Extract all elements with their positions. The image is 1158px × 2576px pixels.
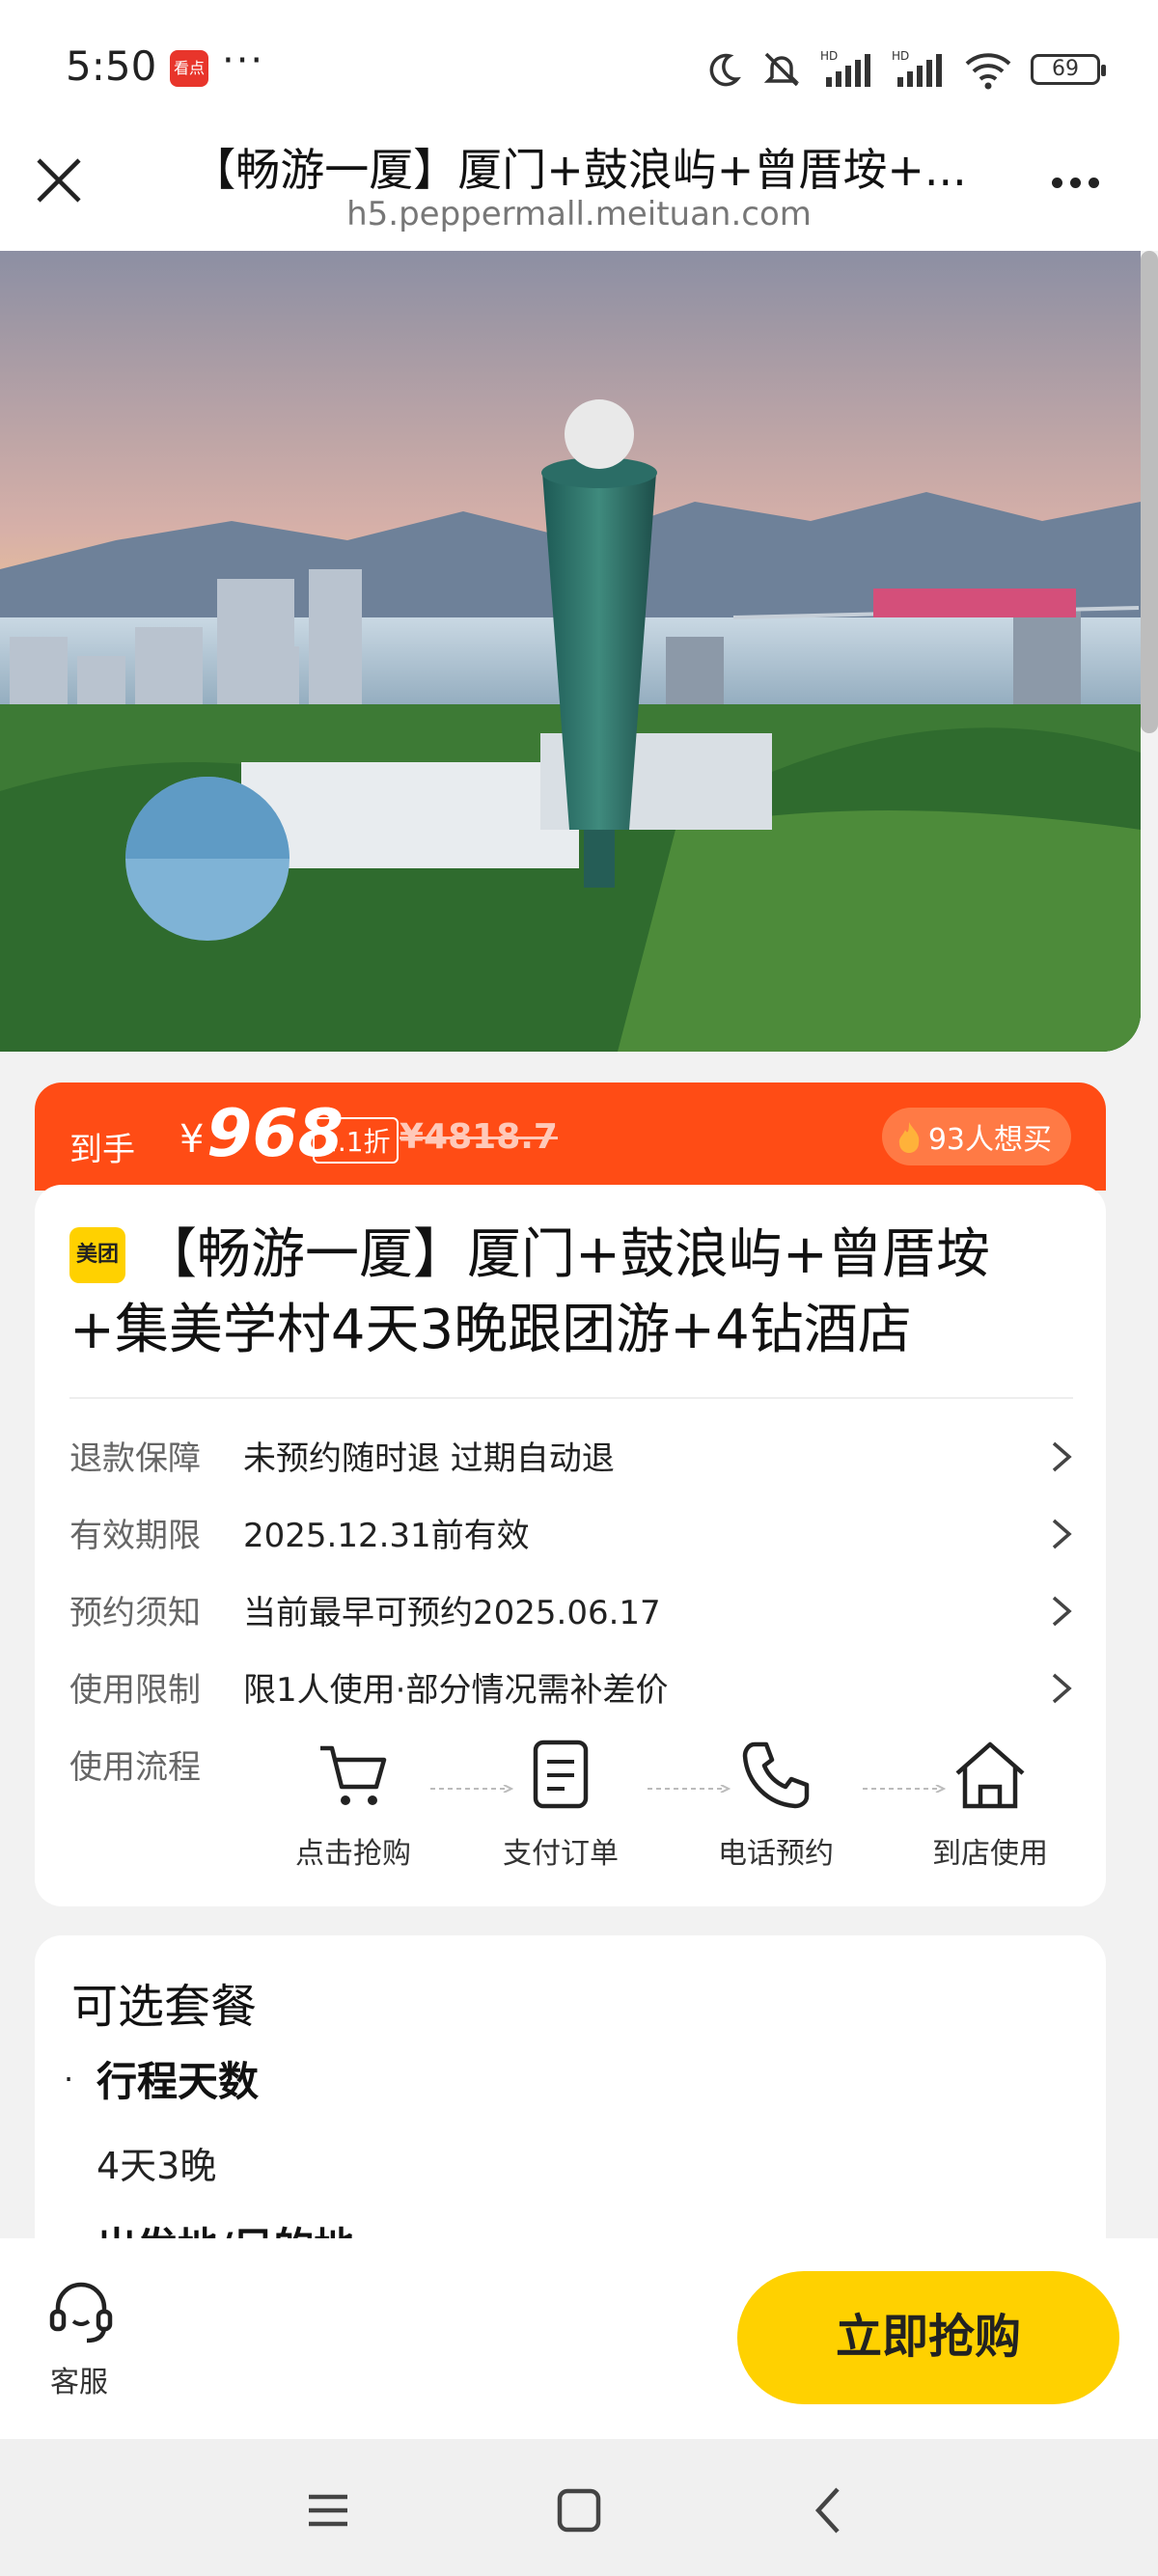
more-notifications-icon: ··· — [222, 39, 265, 83]
system-navigation-bar — [0, 2439, 1158, 2576]
chevron-right-icon — [1052, 1596, 1072, 1627]
status-time: 5:50 — [66, 42, 157, 90]
info-label: 预约须知 — [69, 1594, 201, 1632]
moon-icon — [709, 53, 741, 87]
flow-step: 电话预约 — [708, 1737, 843, 1872]
info-value: 2025.12.31前有效 — [243, 1517, 530, 1555]
bottom-action-bar: 客服 立即抢购 — [0, 2238, 1158, 2439]
flow-step: 点击抢购 — [286, 1737, 421, 1872]
price-banner: 到手 ¥ 968 2.1折 ¥4818.7 93人想买 — [35, 1082, 1106, 1191]
battery-icon: 69 — [1031, 54, 1106, 85]
flow-step: 支付订单 — [493, 1737, 628, 1872]
status-icons: HD HD 69 — [704, 48, 1106, 91]
want-count-text: 93人想买 — [927, 1123, 1052, 1157]
info-value: 限1人使用·部分情况需补差价 — [243, 1671, 669, 1710]
option-value[interactable]: 4天3晚 — [96, 2136, 216, 2189]
info-label: 退款保障 — [69, 1439, 201, 1478]
cart-icon — [320, 1745, 387, 1805]
close-icon[interactable] — [29, 151, 89, 210]
app-notification-icon: 看点 — [170, 50, 208, 87]
document-icon — [533, 1740, 589, 1809]
chevron-right-icon — [1052, 1441, 1072, 1472]
info-label: 有效期限 — [69, 1517, 201, 1555]
hd-signal-icon: HD — [820, 49, 870, 87]
browser-title-bar: 【畅游一厦】厦门+鼓浪屿+曾厝垵+... h5.peppermall.meitu… — [0, 135, 1158, 251]
page-scrollbar[interactable] — [1141, 251, 1158, 733]
info-label: 使用流程 — [69, 1748, 201, 1787]
back-icon[interactable] — [801, 2481, 859, 2539]
flow-step-label: 支付订单 — [503, 1837, 619, 1871]
wifi-icon — [965, 53, 1011, 90]
menu-icon[interactable] — [299, 2481, 357, 2539]
customer-service-icon[interactable] — [44, 2275, 118, 2348]
flow-step: 到店使用 — [923, 1737, 1058, 1872]
usage-flow: 点击抢购 支付订单 电话预约 到店使用 — [286, 1737, 1077, 1891]
buy-now-button[interactable]: 立即抢购 — [737, 2271, 1119, 2404]
bullet-dot: · — [64, 2061, 74, 2097]
hd-signal-icon: HD — [892, 49, 942, 87]
phone-icon — [742, 1741, 810, 1809]
hero-image — [0, 251, 1141, 1052]
package-options-card: 可选套餐 · 行程天数 4天3晚 出发地/目的地 — [35, 1935, 1106, 2238]
info-row-restriction[interactable]: 使用限制 限1人使用·部分情况需补差价 — [69, 1658, 1073, 1715]
info-label: 使用限制 — [69, 1671, 201, 1710]
price-label: 到手 — [69, 1131, 135, 1169]
product-info-card: 美团 【畅游一厦】厦门+鼓浪屿+曾厝垵+集美学村4天3晚跟团游+4钻酒店 退款保… — [35, 1185, 1106, 1906]
more-options-button[interactable] — [1052, 168, 1110, 197]
section-heading: 可选套餐 — [71, 1980, 258, 2034]
page-title: 【畅游一厦】厦门+鼓浪屿+曾厝垵+... — [191, 144, 967, 196]
info-row-validity[interactable]: 有效期限 2025.12.31前有效 — [69, 1503, 1073, 1561]
status-bar: 5:50 看点 ··· HD HD 69 — [0, 0, 1158, 135]
mute-icon — [763, 52, 800, 87]
flow-step-label: 到店使用 — [932, 1837, 1048, 1871]
fire-icon — [898, 1122, 920, 1153]
discount-badge: 2.1折 — [313, 1117, 399, 1164]
home-nav-icon[interactable] — [550, 2481, 608, 2539]
svg-text:HD: HD — [820, 49, 838, 63]
chevron-right-icon — [1052, 1673, 1072, 1704]
page-url: h5.peppermall.meituan.com — [346, 195, 812, 233]
home-icon — [955, 1741, 1025, 1809]
currency-symbol: ¥ — [179, 1117, 205, 1162]
info-row-refund[interactable]: 退款保障 未预约随时退 过期自动退 — [69, 1426, 1073, 1484]
info-value: 当前最早可预约2025.06.17 — [243, 1594, 661, 1632]
product-title: 【畅游一厦】厦门+鼓浪屿+曾厝垵+集美学村4天3晚跟团游+4钻酒店 — [69, 1223, 990, 1361]
divider — [69, 1397, 1073, 1399]
flow-step-label: 点击抢购 — [295, 1837, 411, 1871]
info-row-booking[interactable]: 预约须知 当前最早可预约2025.06.17 — [69, 1580, 1073, 1638]
flow-step-label: 电话预约 — [718, 1837, 834, 1871]
info-value: 未预约随时退 过期自动退 — [243, 1439, 615, 1478]
want-count-badge: 93人想买 — [881, 1108, 1071, 1165]
option-group-title: 出发地/目的地 — [96, 2215, 354, 2238]
option-group-title: 行程天数 — [96, 2058, 260, 2105]
original-price: ¥4818.7 — [400, 1117, 558, 1157]
chevron-right-icon — [1052, 1519, 1072, 1549]
customer-service-label[interactable]: 客服 — [50, 2358, 108, 2400]
svg-text:HD: HD — [892, 49, 909, 63]
